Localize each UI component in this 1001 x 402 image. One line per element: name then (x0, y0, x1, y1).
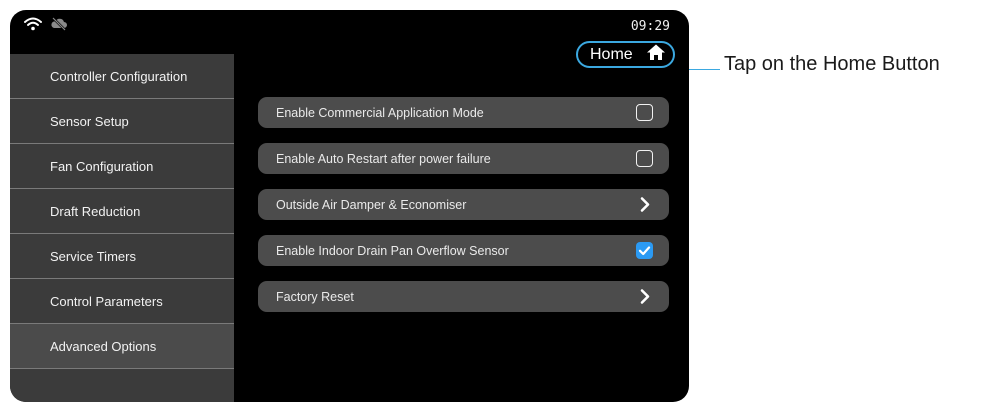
callout-text: Tap on the Home Button (724, 53, 940, 75)
chevron-right-icon (636, 288, 653, 305)
option-label: Enable Auto Restart after power failure (276, 151, 491, 166)
wifi-icon (24, 17, 42, 36)
home-icon (646, 43, 666, 66)
sidebar-item-fan-configuration[interactable]: Fan Configuration (10, 144, 234, 189)
sidebar: Controller Configuration Sensor Setup Fa… (10, 54, 234, 402)
sidebar-item-label: Fan Configuration (50, 158, 154, 174)
option-commercial-application-mode[interactable]: Enable Commercial Application Mode (258, 97, 669, 128)
checkbox-commercial-mode[interactable] (636, 104, 653, 121)
option-outside-air-damper[interactable]: Outside Air Damper & Economiser (258, 189, 669, 220)
clock: 09:29 (630, 19, 670, 34)
sidebar-item-sensor-setup[interactable]: Sensor Setup (10, 99, 234, 144)
status-icons (24, 17, 68, 36)
sidebar-item-service-timers[interactable]: Service Timers (10, 234, 234, 279)
option-drain-pan-overflow-sensor[interactable]: Enable Indoor Drain Pan Overflow Sensor (258, 235, 669, 266)
option-factory-reset[interactable]: Factory Reset (258, 281, 669, 312)
option-label: Outside Air Damper & Economiser (276, 197, 467, 212)
chevron-right-icon (636, 196, 653, 213)
sidebar-item-label: Control Parameters (50, 293, 163, 309)
device-screen: 09:29 Controller Configuration Sensor Se… (10, 10, 689, 402)
cloud-offline-icon (50, 17, 68, 36)
option-auto-restart[interactable]: Enable Auto Restart after power failure (258, 143, 669, 174)
home-button-label: Home (590, 45, 633, 63)
sidebar-item-advanced-options[interactable]: Advanced Options (10, 324, 234, 369)
option-label: Factory Reset (276, 289, 354, 304)
sidebar-item-label: Controller Configuration (50, 68, 188, 84)
sidebar-item-label: Service Timers (50, 248, 136, 264)
check-icon (638, 246, 651, 256)
checkbox-drain-pan-sensor[interactable] (636, 242, 653, 259)
home-button[interactable]: Home (576, 41, 675, 68)
sidebar-item-label: Sensor Setup (50, 113, 129, 129)
sidebar-item-controller-configuration[interactable]: Controller Configuration (10, 54, 234, 99)
sidebar-item-label: Draft Reduction (50, 203, 141, 219)
callout-line (689, 68, 720, 70)
checkbox-auto-restart[interactable] (636, 150, 653, 167)
sidebar-item-control-parameters[interactable]: Control Parameters (10, 279, 234, 324)
option-label: Enable Commercial Application Mode (276, 105, 484, 120)
sidebar-item-label: Advanced Options (50, 338, 157, 354)
status-bar: 09:29 (10, 10, 689, 44)
sidebar-item-draft-reduction[interactable]: Draft Reduction (10, 189, 234, 234)
option-label: Enable Indoor Drain Pan Overflow Sensor (276, 243, 509, 258)
